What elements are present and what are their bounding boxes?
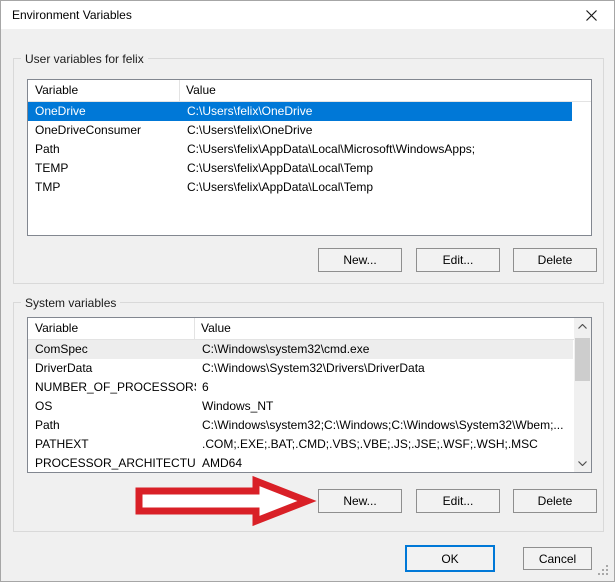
variable-cell: ComSpec [28,340,196,359]
chevron-down-icon [578,461,587,466]
chevron-up-icon [578,324,587,329]
system-new-button[interactable]: New... [318,489,402,513]
value-cell: C:\Users\felix\AppData\Local\Temp [181,178,572,197]
user-variables-table: Variable Value OneDrive C:\Users\felix\O… [27,79,592,236]
variable-cell: PATHEXT [28,435,196,454]
value-cell: C:\Users\felix\AppData\Local\Microsoft\W… [181,140,572,159]
scroll-down-button[interactable] [574,455,591,472]
system-variables-table: Variable Value ComSpec C:\Windows\system… [27,317,592,473]
value-cell: AMD64 [196,454,573,473]
variable-cell: Path [28,416,196,435]
variable-cell: DriverData [28,359,196,378]
variable-cell: OneDrive [28,102,181,121]
scroll-up-button[interactable] [574,318,591,335]
system-edit-button[interactable]: Edit... [416,489,500,513]
user-new-button[interactable]: New... [318,248,402,272]
table-row[interactable]: ComSpec C:\Windows\system32\cmd.exe [28,340,573,359]
variable-cell: NUMBER_OF_PROCESSORS [28,378,196,397]
table-row[interactable]: TMP C:\Users\felix\AppData\Local\Temp [28,178,572,197]
variable-cell: TMP [28,178,181,197]
table-row[interactable]: NUMBER_OF_PROCESSORS 6 [28,378,573,397]
variable-cell: OneDriveConsumer [28,121,181,140]
value-cell: 6 [196,378,573,397]
value-cell: C:\Windows\system32\cmd.exe [196,340,573,359]
table-row[interactable]: Path C:\Windows\system32;C:\Windows;C:\W… [28,416,573,435]
variable-cell: TEMP [28,159,181,178]
table-row[interactable]: OneDrive C:\Users\felix\OneDrive [28,102,572,121]
variable-cell: OS [28,397,196,416]
value-cell: Windows_NT [196,397,573,416]
table-header: Variable Value [28,318,591,340]
table-body: ComSpec C:\Windows\system32\cmd.exe Driv… [28,340,591,473]
variable-cell: PROCESSOR_ARCHITECTURE [28,454,196,473]
column-header-value[interactable]: Value [195,318,591,339]
window-title: Environment Variables [12,1,132,29]
column-header-value[interactable]: Value [180,80,591,101]
table-body: OneDrive C:\Users\felix\OneDrive OneDriv… [28,102,591,197]
resize-grip[interactable] [596,563,609,576]
table-row[interactable]: OneDriveConsumer C:\Users\felix\OneDrive [28,121,572,140]
column-header-variable[interactable]: Variable [28,318,195,339]
value-cell: .COM;.EXE;.BAT;.CMD;.VBS;.VBE;.JS;.JSE;.… [196,435,573,454]
value-cell: C:\Users\felix\OneDrive [181,102,572,121]
user-delete-button[interactable]: Delete [513,248,597,272]
system-delete-button[interactable]: Delete [513,489,597,513]
vertical-scrollbar[interactable] [574,318,591,472]
variable-cell: Path [28,140,181,159]
value-cell: C:\Users\felix\OneDrive [181,121,572,140]
cancel-button[interactable]: Cancel [523,547,592,570]
table-row[interactable]: OS Windows_NT [28,397,573,416]
table-row[interactable]: DriverData C:\Windows\System32\Drivers\D… [28,359,573,378]
table-row[interactable]: Path C:\Users\felix\AppData\Local\Micros… [28,140,572,159]
value-cell: C:\Windows\System32\Drivers\DriverData [196,359,573,378]
column-header-variable[interactable]: Variable [28,80,180,101]
close-icon [586,10,597,21]
ok-button[interactable]: OK [405,545,495,572]
table-row[interactable]: PROCESSOR_ARCHITECTURE AMD64 [28,454,573,473]
value-cell: C:\Windows\system32;C:\Windows;C:\Window… [196,416,573,435]
close-button[interactable] [569,1,614,29]
table-row[interactable]: TEMP C:\Users\felix\AppData\Local\Temp [28,159,572,178]
table-row[interactable]: PATHEXT .COM;.EXE;.BAT;.CMD;.VBS;.VBE;.J… [28,435,573,454]
value-cell: C:\Users\felix\AppData\Local\Temp [181,159,572,178]
user-edit-button[interactable]: Edit... [416,248,500,272]
title-bar: Environment Variables [1,1,614,29]
environment-variables-dialog: Environment Variables User variables for… [0,0,615,582]
scrollbar-thumb[interactable] [575,338,590,381]
user-variables-group-label: User variables for felix [21,52,148,66]
table-header: Variable Value [28,80,591,102]
system-variables-group-label: System variables [21,296,120,310]
